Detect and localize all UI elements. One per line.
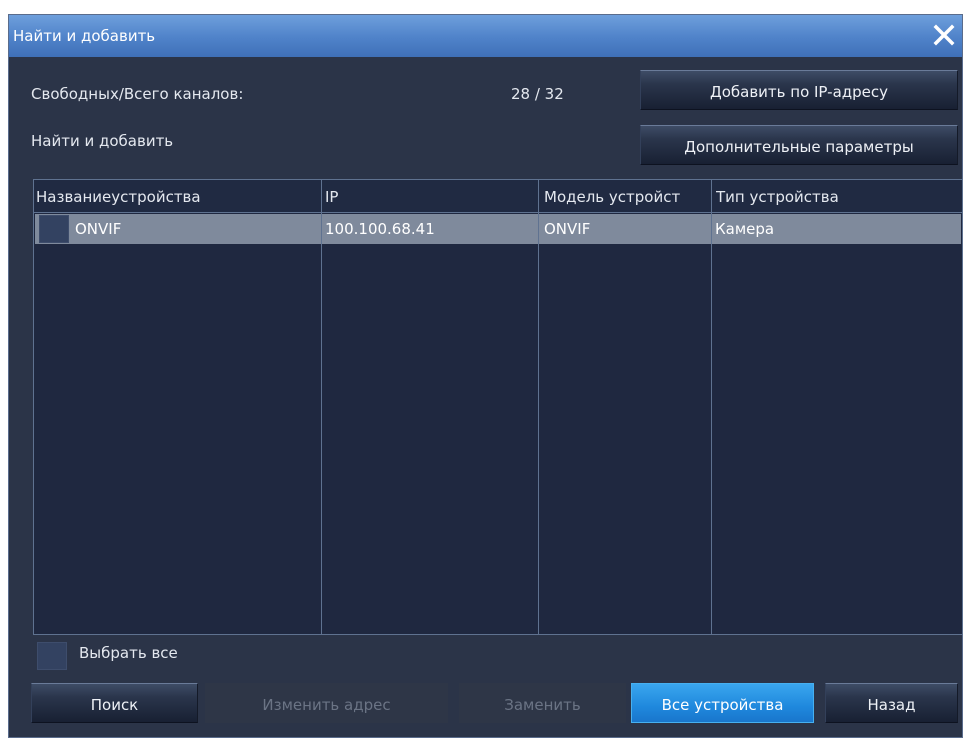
back-button[interactable]: Назад xyxy=(825,683,958,723)
device-table: Названиеустройства IP Модель устройст Ти… xyxy=(33,179,963,635)
column-divider xyxy=(711,180,712,634)
column-header-device-name[interactable]: Названиеустройства xyxy=(36,188,316,206)
advanced-params-button[interactable]: Дополнительные параметры xyxy=(640,125,958,165)
column-divider xyxy=(538,180,539,634)
cell-device-name: ONVIF xyxy=(75,220,122,238)
cell-ip: 100.100.68.41 xyxy=(325,220,435,238)
table-row[interactable]: ONVIF 100.100.68.41 ONVIF Камера xyxy=(35,214,961,244)
select-all-checkbox[interactable] xyxy=(37,642,67,670)
column-divider xyxy=(321,180,322,634)
all-devices-button[interactable]: Все устройства xyxy=(631,683,814,723)
channels-value: 28 / 32 xyxy=(511,85,564,103)
window-title: Найти и добавить xyxy=(13,27,156,45)
channels-label: Свободных/Всего каналов: xyxy=(31,85,244,103)
row-checkbox[interactable] xyxy=(39,215,69,243)
cell-device-type: Камера xyxy=(715,220,775,238)
cell-device-model: ONVIF xyxy=(544,220,591,238)
search-button[interactable]: Поиск xyxy=(31,683,198,723)
find-and-add-dialog: Найти и добавить Свободных/Всего каналов… xyxy=(8,14,963,738)
replace-button[interactable]: Заменить xyxy=(459,683,626,723)
column-header-device-model[interactable]: Модель устройст xyxy=(544,188,712,206)
change-address-button[interactable]: Изменить адрес xyxy=(205,683,448,723)
column-header-device-type[interactable]: Тип устройства xyxy=(716,188,956,206)
column-header-ip[interactable]: IP xyxy=(325,188,535,206)
section-label: Найти и добавить xyxy=(31,132,174,150)
title-bar: Найти и добавить xyxy=(9,15,962,57)
select-all-label: Выбрать все xyxy=(79,644,178,662)
table-header: Названиеустройства IP Модель устройст Ти… xyxy=(34,180,962,213)
add-by-ip-button[interactable]: Добавить по IP-адресу xyxy=(640,70,958,110)
close-icon[interactable] xyxy=(928,19,960,51)
